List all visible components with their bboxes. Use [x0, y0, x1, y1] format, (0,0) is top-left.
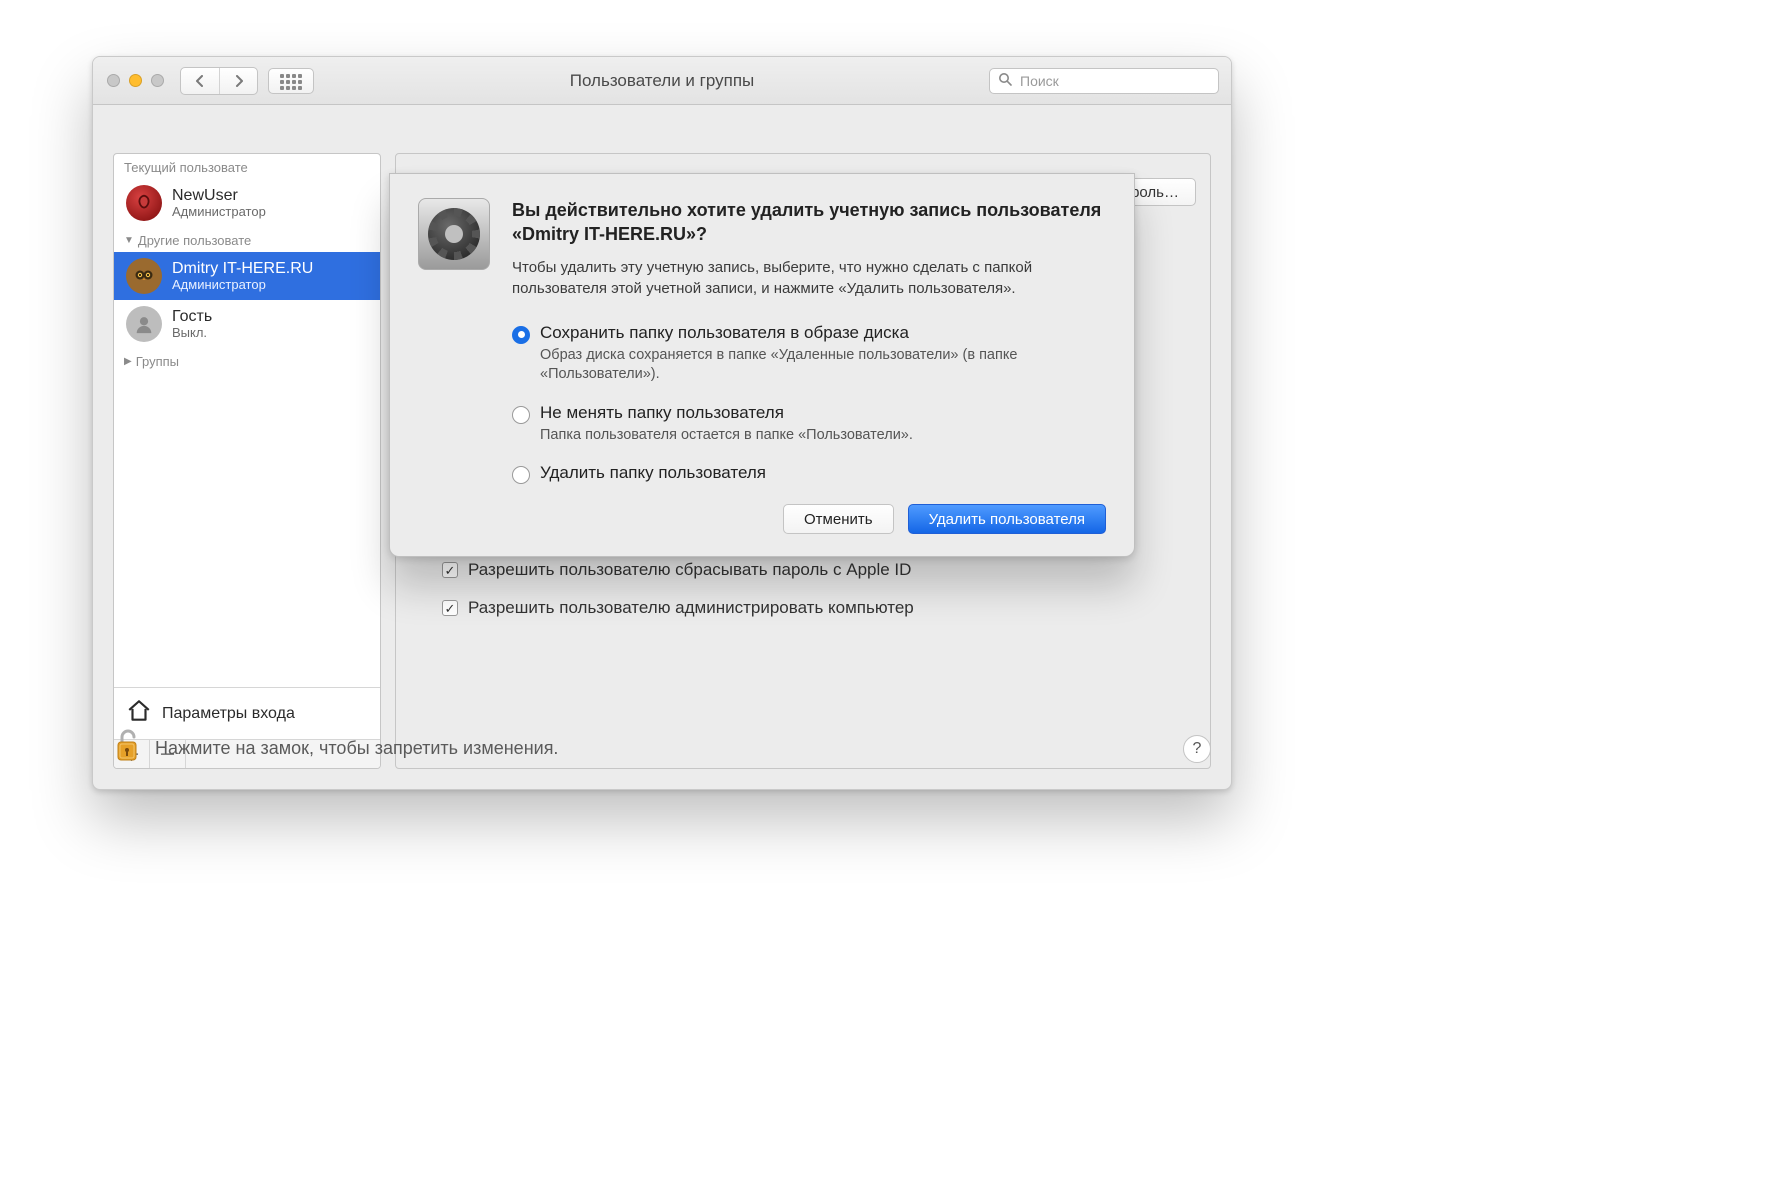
- user-row-current[interactable]: NewUser Администратор: [114, 179, 380, 227]
- dialog-option-delete-folder[interactable]: Удалить папку пользователя: [512, 463, 1106, 484]
- checkbox-icon[interactable]: [442, 600, 458, 616]
- option-desc: Образ диска сохраняется в папке «Удаленн…: [540, 346, 1106, 385]
- delete-user-dialog: Вы действительно хотите удалить учетную …: [389, 173, 1135, 557]
- user-name: Гость: [172, 308, 212, 326]
- titlebar: Пользователи и группы: [93, 57, 1231, 105]
- search-input[interactable]: [1018, 72, 1210, 90]
- house-icon: [126, 698, 152, 729]
- close-window-button[interactable]: [107, 74, 120, 87]
- radio-icon[interactable]: [512, 406, 530, 424]
- radio-icon[interactable]: [512, 326, 530, 344]
- search-field-wrap[interactable]: [989, 68, 1219, 94]
- option-label: Не менять папку пользователя: [540, 403, 913, 423]
- user-list: Текущий пользовате NewUser Администратор…: [114, 154, 380, 687]
- lock-hint-text: Нажмите на замок, чтобы запретить измене…: [155, 738, 558, 759]
- grid-icon: [280, 74, 302, 88]
- option-label: Удалить папку пользователя: [540, 463, 766, 483]
- option-desc: Папка пользователя остается в папке «Пол…: [540, 426, 913, 446]
- login-options-label: Параметры входа: [162, 705, 295, 723]
- user-name: Dmitry IT-HERE.RU: [172, 260, 313, 278]
- search-icon: [998, 72, 1012, 89]
- section-current-user: Текущий пользовате: [114, 154, 380, 179]
- allow-admin-row[interactable]: Разрешить пользователю администрировать …: [442, 598, 914, 618]
- section-groups[interactable]: ▶ Группы: [114, 348, 380, 373]
- user-row-dmitry[interactable]: Dmitry IT-HERE.RU Администратор: [114, 252, 380, 300]
- avatar-icon: [126, 258, 162, 294]
- maximize-window-button[interactable]: [151, 74, 164, 87]
- section-label: Группы: [136, 354, 179, 369]
- permissions: Разрешить пользователю сбрасывать пароль…: [442, 560, 914, 618]
- user-role: Выкл.: [172, 326, 212, 340]
- dialog-option-keep-folder[interactable]: Не менять папку пользователя Папка польз…: [512, 403, 1106, 446]
- user-name: NewUser: [172, 187, 266, 205]
- dialog-buttons: Отменить Удалить пользователя: [418, 504, 1106, 534]
- user-role: Администратор: [172, 278, 313, 292]
- cancel-button[interactable]: Отменить: [783, 504, 894, 534]
- dialog-option-save-image[interactable]: Сохранить папку пользователя в образе ди…: [512, 323, 1106, 385]
- user-sidebar: Текущий пользовате NewUser Администратор…: [113, 153, 381, 769]
- show-all-button[interactable]: [268, 68, 314, 94]
- checkbox-icon[interactable]: [442, 562, 458, 578]
- section-label: Другие пользовате: [138, 233, 251, 248]
- avatar-icon: [126, 185, 162, 221]
- dialog-subtitle: Чтобы удалить эту учетную запись, выбери…: [512, 257, 1106, 299]
- lock-open-icon[interactable]: [113, 728, 141, 769]
- radio-icon[interactable]: [512, 466, 530, 484]
- checkbox-label: Разрешить пользователю администрировать …: [468, 598, 914, 618]
- back-button[interactable]: [181, 68, 219, 94]
- dialog-options: Сохранить папку пользователя в образе ди…: [512, 323, 1106, 485]
- minimize-window-button[interactable]: [129, 74, 142, 87]
- delete-user-button[interactable]: Удалить пользователя: [908, 504, 1106, 534]
- section-label: Текущий пользовате: [124, 160, 248, 175]
- chevron-right-icon: ▶: [124, 356, 132, 367]
- option-label: Сохранить папку пользователя в образе ди…: [540, 323, 1106, 343]
- help-button[interactable]: ?: [1183, 735, 1211, 763]
- user-row-guest[interactable]: Гость Выкл.: [114, 300, 380, 348]
- section-other-users[interactable]: ▼ Другие пользовате: [114, 227, 380, 252]
- user-role: Администратор: [172, 205, 266, 219]
- traffic-lights: [107, 74, 164, 87]
- preferences-window: Пользователи и группы Текущий пользовате: [92, 56, 1232, 790]
- avatar-icon: [126, 306, 162, 342]
- dialog-title: Вы действительно хотите удалить учетную …: [512, 198, 1106, 247]
- chevron-down-icon: ▼: [124, 235, 134, 246]
- lock-row: Нажмите на замок, чтобы запретить измене…: [113, 728, 1211, 769]
- allow-reset-apple-id-row[interactable]: Разрешить пользователю сбрасывать пароль…: [442, 560, 914, 580]
- system-preferences-icon: [418, 198, 490, 270]
- checkbox-label: Разрешить пользователю сбрасывать пароль…: [468, 560, 911, 580]
- nav-segmented: [180, 67, 258, 95]
- forward-button[interactable]: [219, 68, 257, 94]
